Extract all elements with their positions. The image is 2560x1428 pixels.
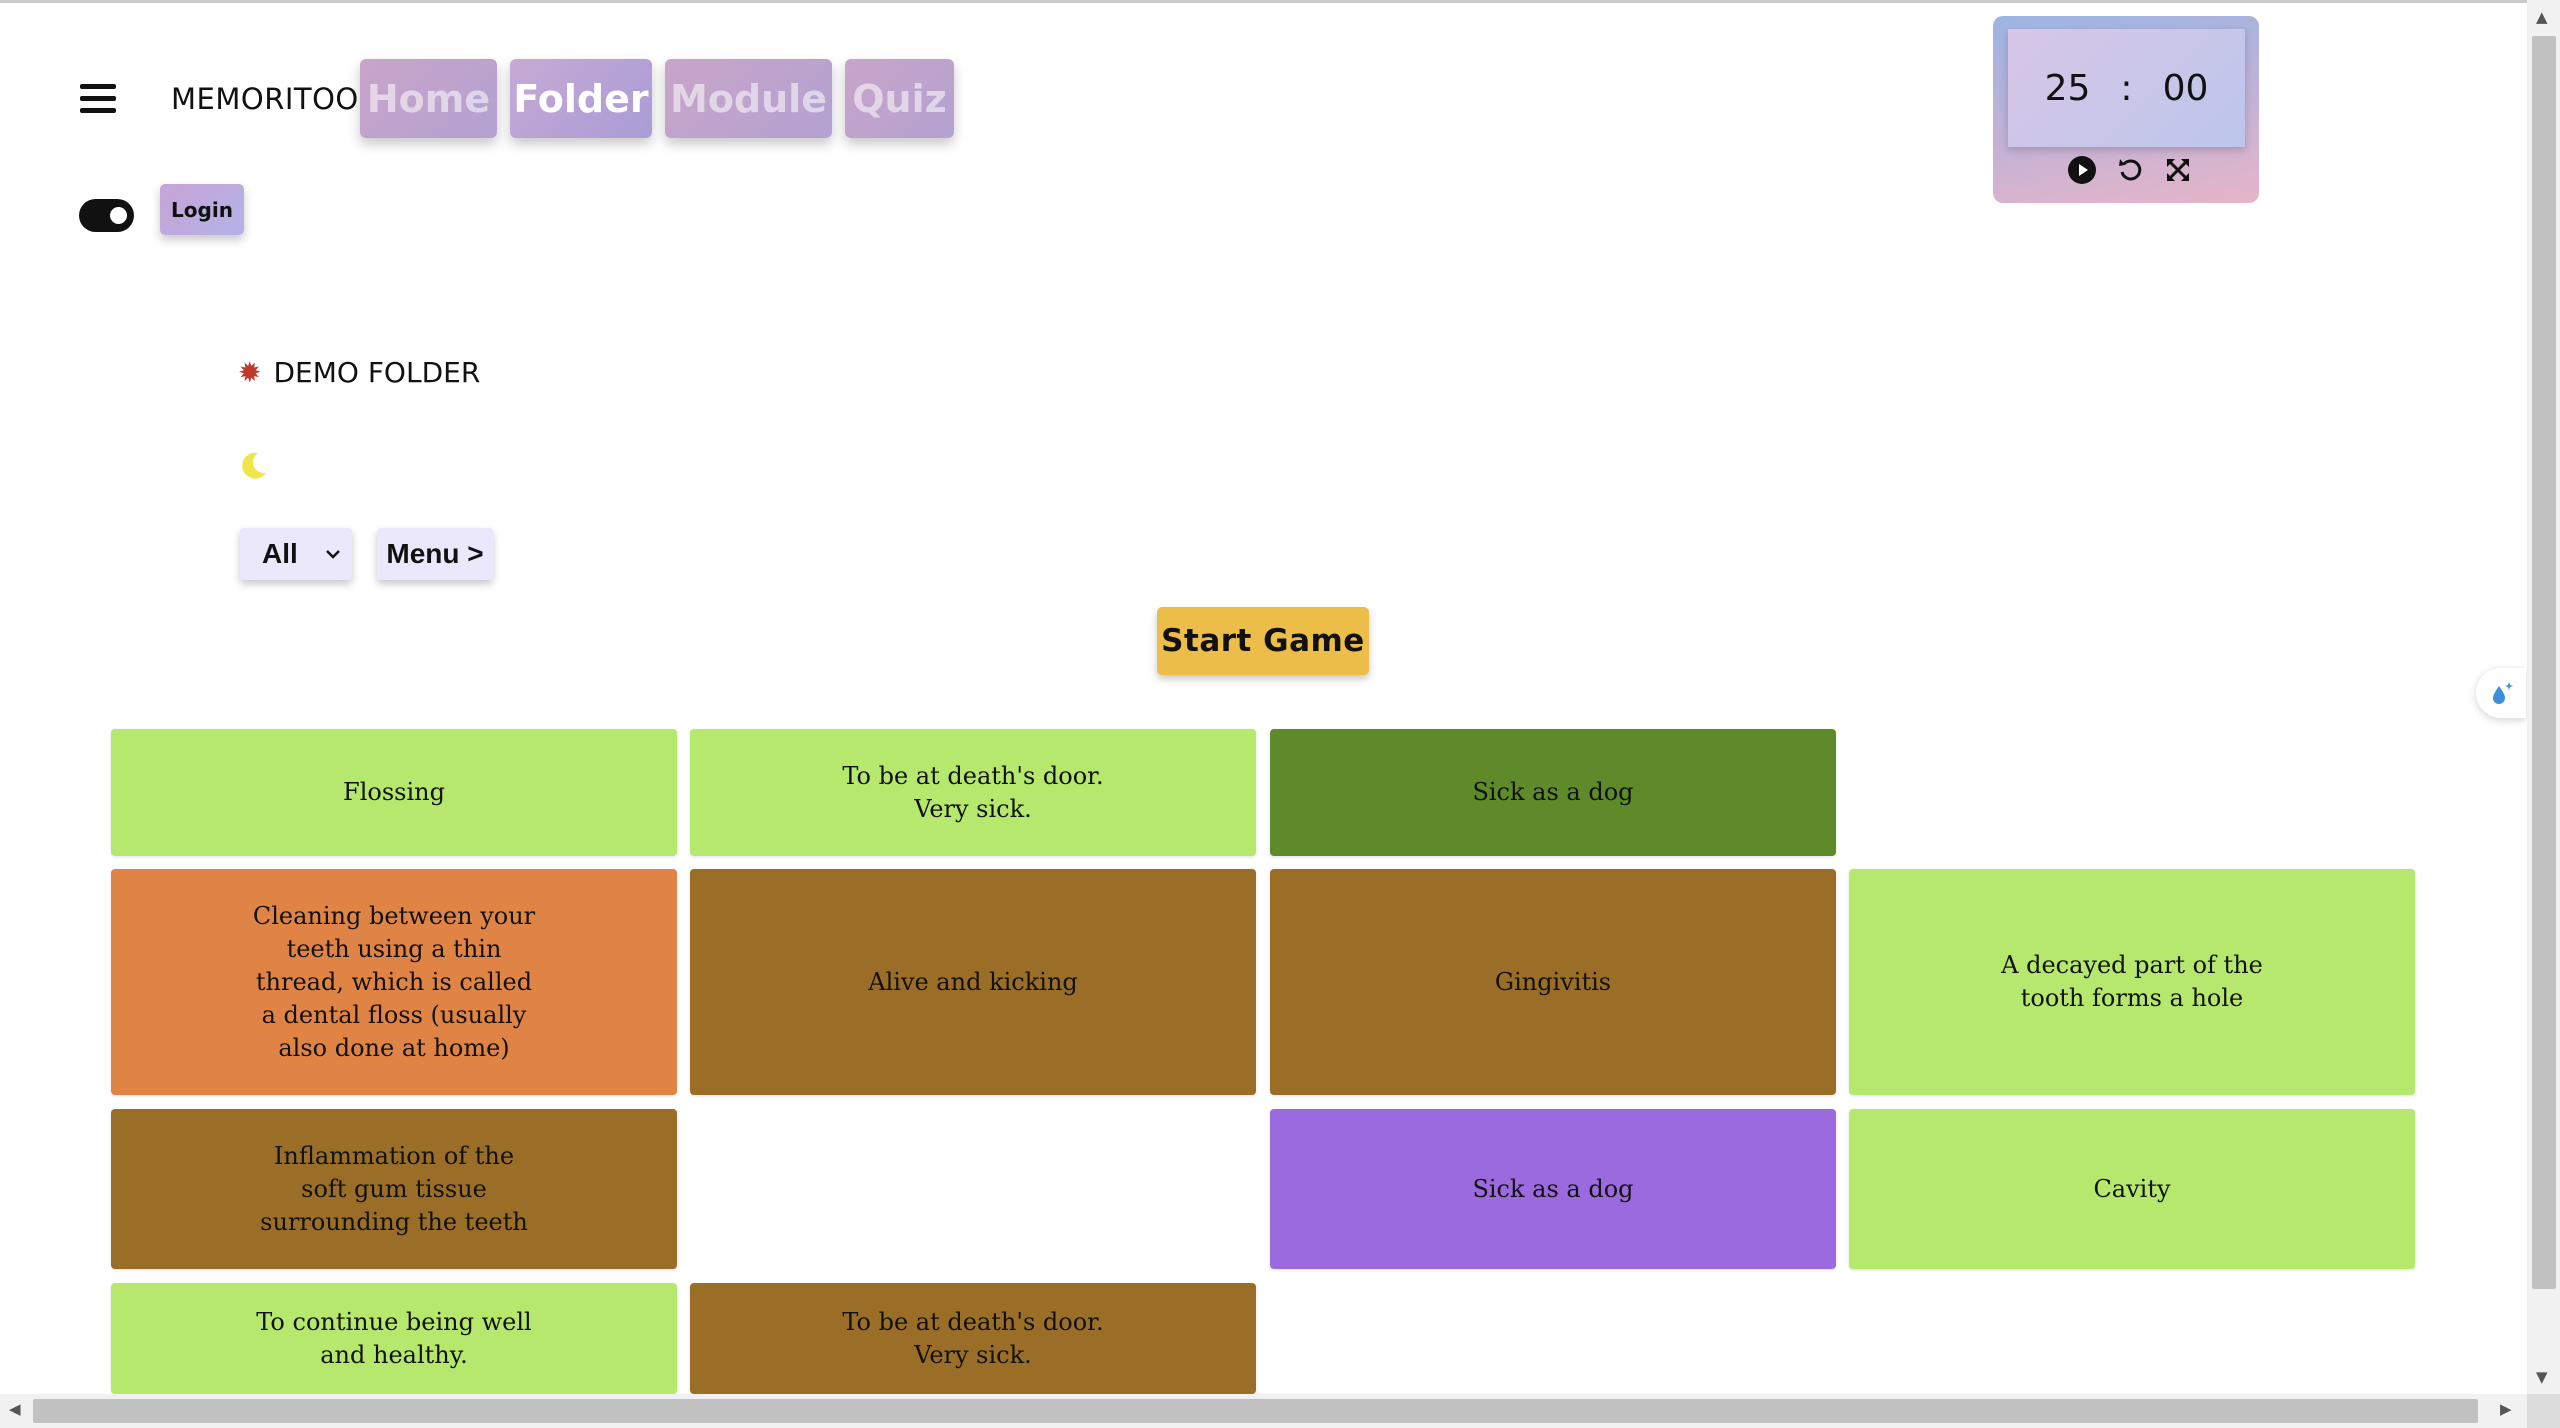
- folder-name: DEMO FOLDER: [273, 356, 481, 389]
- flashcard-text: Flossing: [343, 778, 445, 806]
- reset-icon[interactable]: [2115, 155, 2145, 185]
- flashcard-text: Alive and kicking: [868, 967, 1078, 996]
- filter-select[interactable]: All: [240, 528, 352, 580]
- flashcard[interactable]: Alive and kicking: [690, 869, 1256, 1095]
- flashcard[interactable]: To be at death's door. Very sick.: [690, 729, 1256, 856]
- start-game-button[interactable]: Start Game: [1157, 607, 1369, 675]
- flashcard-text: A decayed part of the tooth forms a hole: [2001, 951, 2263, 1012]
- dark-mode-toggle[interactable]: [79, 199, 134, 232]
- flashcard[interactable]: A decayed part of the tooth forms a hole: [1849, 869, 2415, 1095]
- flashcard[interactable]: Cleaning between your teeth using a thin…: [111, 869, 677, 1095]
- toggle-knob: [110, 207, 127, 224]
- horizontal-scrollbar[interactable]: ◀ ▶: [0, 1394, 2527, 1428]
- vertical-scroll-thumb[interactable]: [2532, 36, 2556, 1289]
- brand-title: MEMORITOO: [171, 82, 359, 116]
- flashcard-text: To be at death's door. Very sick.: [842, 1307, 1104, 1369]
- flashcard-text: Sick as a dog: [1472, 778, 1634, 806]
- timer-seconds: 00: [2162, 67, 2209, 109]
- nav-quiz-button[interactable]: Quiz: [845, 59, 954, 138]
- scroll-left-icon[interactable]: ◀: [9, 1400, 21, 1418]
- flashcard[interactable]: To continue being well and healthy.: [111, 1283, 677, 1394]
- pomodoro-timer: 25 : 00: [1993, 16, 2259, 203]
- timer-display: 25 : 00: [2008, 29, 2245, 147]
- hamburger-menu-icon[interactable]: [80, 84, 116, 116]
- flashcard-text: To be at death's door. Very sick.: [842, 761, 1104, 823]
- scroll-right-icon[interactable]: ▶: [2500, 1400, 2512, 1418]
- scroll-up-icon[interactable]: ▲: [2536, 8, 2548, 26]
- flashcard[interactable]: Flossing: [111, 729, 677, 856]
- timer-separator: :: [2120, 67, 2133, 109]
- login-button[interactable]: Login: [160, 184, 244, 235]
- filter-select-value: All: [262, 538, 298, 569]
- scroll-down-icon[interactable]: ▼: [2536, 1368, 2548, 1386]
- chevron-down-icon: [326, 550, 340, 559]
- flashcard-text: Gingivitis: [1494, 967, 1612, 996]
- flashcard-text: Sick as a dog: [1472, 1174, 1634, 1203]
- flashcard-text: Cavity: [2093, 1174, 2171, 1203]
- nav-home-button[interactable]: Home: [360, 59, 497, 138]
- flashcard-text: Cleaning between your teeth using a thin…: [252, 901, 536, 1062]
- flashcard[interactable]: To be at death's door. Very sick.: [690, 1283, 1256, 1394]
- droplet-sparkle-icon[interactable]: [2476, 668, 2526, 718]
- top-border: [0, 0, 2560, 3]
- nav-module-button[interactable]: Module: [665, 59, 832, 138]
- moon-icon[interactable]: [238, 449, 270, 481]
- flashcard-text: To continue being well and healthy.: [256, 1307, 532, 1369]
- flashcard[interactable]: Sick as a dog: [1270, 729, 1836, 856]
- flashcard-text: Inflammation of the soft gum tissue surr…: [260, 1141, 528, 1236]
- gear-icon[interactable]: ✹: [238, 358, 261, 387]
- folder-title: ✹ DEMO FOLDER: [238, 356, 480, 389]
- horizontal-scroll-thumb[interactable]: [33, 1399, 2478, 1423]
- menu-button[interactable]: Menu >: [377, 528, 493, 580]
- play-icon[interactable]: [2067, 155, 2097, 185]
- flashcard[interactable]: Cavity: [1849, 1109, 2415, 1269]
- fullscreen-icon[interactable]: [2163, 155, 2193, 185]
- flashcard[interactable]: Gingivitis: [1270, 869, 1836, 1095]
- vertical-scrollbar[interactable]: ▲ ▼: [2527, 0, 2560, 1394]
- timer-minutes: 25: [2044, 67, 2091, 109]
- flashcard[interactable]: Inflammation of the soft gum tissue surr…: [111, 1109, 677, 1269]
- scrollbar-corner: [2527, 1394, 2560, 1428]
- flashcard[interactable]: Sick as a dog: [1270, 1109, 1836, 1269]
- nav-folder-button[interactable]: Folder: [510, 59, 652, 138]
